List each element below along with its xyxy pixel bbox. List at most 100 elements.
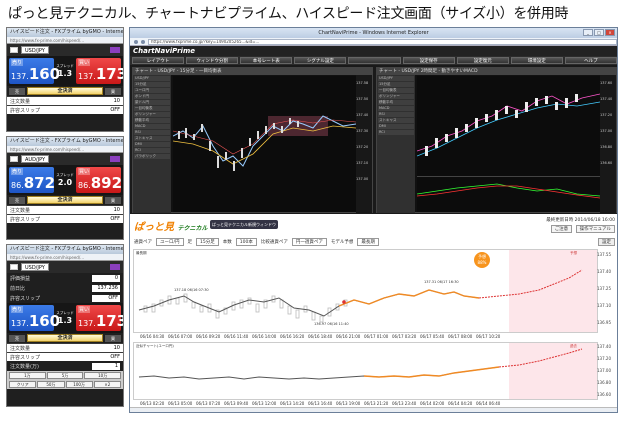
model-select[interactable]: 最長期 — [357, 237, 379, 246]
sell-price: 137.160 — [11, 65, 61, 83]
qty-1-button[interactable]: 1万 — [9, 372, 46, 379]
panel-titlebar[interactable]: ハイスピード注文 - FXプライム byGMO - Internet Explo… — [7, 245, 123, 254]
chart-window-b[interactable]: チャート - USD/JPY 2時間足 - 動きやすいMACD USD/JPY … — [376, 67, 617, 213]
sidebar-item[interactable]: 移動平均 — [378, 100, 414, 105]
buy-close[interactable]: 買 — [105, 87, 121, 95]
open-window-button[interactable]: ぱっと見テクニカル新規ウィンドウ — [210, 220, 278, 229]
maximize-button[interactable]: □ — [594, 29, 604, 36]
close-button[interactable]: × — [605, 29, 615, 36]
menu-signal[interactable]: シグナル設定 — [294, 57, 347, 64]
menu-blank[interactable] — [348, 57, 401, 64]
sidebar-item[interactable]: 15分足 — [134, 82, 170, 87]
sidebar-item[interactable]: ストキャス — [134, 136, 170, 141]
chart-a-title: チャート - USD/JPY - 15分足 - 一目均衡表 — [133, 68, 372, 75]
sidebar-item[interactable]: RSI — [134, 130, 170, 135]
menu-split[interactable]: ウィンドウ分割 — [186, 57, 239, 64]
chartnavi-app: ChartNaviPrime レイアウト ウィンドウ分割 本号レート表 シグナル… — [130, 46, 617, 214]
flag-icon — [10, 156, 18, 162]
qty-buttons-2: クリア 50万 100万 ×2 — [7, 380, 123, 389]
menu-layout[interactable]: レイアウト — [132, 57, 185, 64]
pair-select[interactable]: ユーロ/円 — [156, 237, 184, 246]
sell-close[interactable]: 売 — [9, 196, 25, 204]
sell-close[interactable]: 売 — [9, 334, 25, 342]
qty-100-button[interactable]: 100万 — [65, 381, 93, 388]
menu-restore[interactable]: 設定復元 — [456, 57, 509, 64]
pair-dropdown[interactable]: USD/JPY — [21, 263, 49, 271]
info-row: 注文数量 10 — [7, 96, 123, 105]
panel-address: https://www.fx-prime.com/hispeed/... — [7, 146, 123, 153]
sidebar-item[interactable]: 豪ドル円 — [134, 100, 170, 105]
sidebar-item[interactable]: DMI — [378, 124, 414, 129]
sidebar-item[interactable]: ポンド円 — [134, 94, 170, 99]
chart-window-a[interactable]: チャート - USD/JPY - 15分足 - 一目均衡表 USD/JPY 15… — [132, 67, 373, 213]
sidebar-item[interactable]: 移動平均 — [134, 118, 170, 123]
bottom-axis: 137.40 137.20 137.00 136.80 136.60 — [597, 344, 611, 397]
close-all-button[interactable]: 全決済 — [27, 87, 103, 95]
qty-50-button[interactable]: 50万 — [37, 381, 65, 388]
buy-close[interactable]: 買 — [105, 196, 121, 204]
sidebar-item[interactable]: USD/JPY — [378, 76, 414, 81]
chart-a-plot — [173, 76, 356, 212]
sidebar-item[interactable]: ユーロ円 — [134, 88, 170, 93]
clear-button[interactable]: クリア — [9, 381, 37, 388]
sidebar-item[interactable]: ボリンジャー — [378, 94, 414, 99]
address-bar: https://www.fxprime.co.jp/?key=149020526… — [130, 38, 617, 46]
qty-input[interactable]: 1 — [92, 362, 120, 370]
sidebar-item[interactable]: MACD — [378, 106, 414, 111]
back-icon[interactable] — [134, 39, 138, 44]
top-right-info: 最終更新日時 2014/06/18 16:00 ご注意 操作マニュアル — [546, 218, 615, 233]
qty-5-button[interactable]: 5万 — [46, 372, 84, 379]
close-all-button[interactable]: 全決済 — [27, 334, 103, 342]
sidebar-item[interactable]: 15分足 — [378, 82, 414, 87]
compare-select[interactable]: 円一週貨ペア — [291, 237, 327, 246]
sell-button[interactable]: 売り 86.872 — [9, 167, 55, 193]
sidebar-item[interactable]: USD/JPY — [134, 76, 170, 81]
sidebar-item[interactable]: パラボリック — [134, 154, 170, 159]
menu-button[interactable] — [110, 156, 120, 162]
manual-button[interactable]: 操作マニュアル — [575, 225, 615, 233]
menu-button[interactable] — [110, 47, 120, 53]
info-row: 許容スリップ OFF — [7, 105, 123, 114]
menu-save[interactable]: 設定保存 — [402, 57, 455, 64]
pair-dropdown[interactable]: AUD/JPY — [21, 155, 50, 163]
sidebar-item[interactable]: 一目均衡表 — [378, 88, 414, 93]
sidebar-item[interactable]: DMI — [134, 142, 170, 147]
menu-button[interactable] — [110, 264, 120, 270]
close-all-button[interactable]: 全決済 — [27, 196, 103, 204]
sidebar-item[interactable]: RSI — [378, 112, 414, 117]
sidebar-item[interactable]: MACD — [134, 124, 170, 129]
timeframe-select[interactable]: 15分足 — [196, 237, 219, 246]
sidebar-item[interactable]: ボリンジャー — [134, 112, 170, 117]
panel-titlebar[interactable]: ハイスピード注文 - FXプライム byGMO - Internet Explo… — [7, 28, 123, 37]
buy-button[interactable]: 買い 137.173 — [76, 58, 123, 84]
note-3: 137.31 06/17 16:30 — [424, 280, 459, 284]
settings-button[interactable]: 設定 — [598, 237, 615, 246]
buy-button[interactable]: 買い 137.173 — [76, 305, 123, 331]
forward-icon[interactable] — [141, 39, 145, 44]
sidebar-item[interactable]: ストキャス — [378, 118, 414, 123]
double-button[interactable]: ×2 — [93, 381, 121, 388]
menu-env[interactable]: 環境設定 — [510, 57, 563, 64]
buy-button[interactable]: 買い 86.892 — [76, 167, 122, 193]
sell-button[interactable]: 売り 137.160 — [9, 305, 60, 331]
sell-button[interactable]: 売り 137.160 — [9, 58, 60, 84]
sidebar-item[interactable]: RCI — [134, 148, 170, 153]
page-heading: ぱっと見テクニカル、チャートナビプライム、ハイスピード注文画面（サイズ小）を併用… — [8, 6, 569, 22]
pair-dropdown[interactable]: USD/JPY — [21, 46, 49, 54]
sell-close[interactable]: 売 — [9, 87, 25, 95]
panel-address: https://www.fx-prime.com/hispeed/... — [7, 254, 123, 261]
menu-rate[interactable]: 本号レート表 — [240, 57, 293, 64]
caution-button[interactable]: ご注意 — [550, 225, 573, 233]
qty-10-button[interactable]: 10万 — [84, 372, 122, 379]
minimize-button[interactable]: _ — [583, 29, 593, 36]
sidebar-item[interactable]: RCI — [378, 130, 414, 135]
sidebar-item[interactable]: 一目均衡表 — [134, 106, 170, 111]
bars-select[interactable]: 100本 — [235, 237, 257, 246]
browser-titlebar: ChartNaviPrime - Windows Internet Explor… — [130, 28, 617, 38]
top-axis: 137.55 137.40 137.25 137.10 136.95 — [597, 252, 611, 325]
panel-titlebar[interactable]: ハイスピード注文 - FXプライム byGMO - Internet Explo… — [7, 137, 123, 146]
menu-help[interactable]: ヘルプ — [564, 57, 617, 64]
extra-row: 評価損益 0 — [10, 274, 120, 282]
url-field[interactable]: https://www.fxprime.co.jp/?key=149020526… — [148, 38, 617, 45]
buy-close[interactable]: 買 — [105, 334, 121, 342]
